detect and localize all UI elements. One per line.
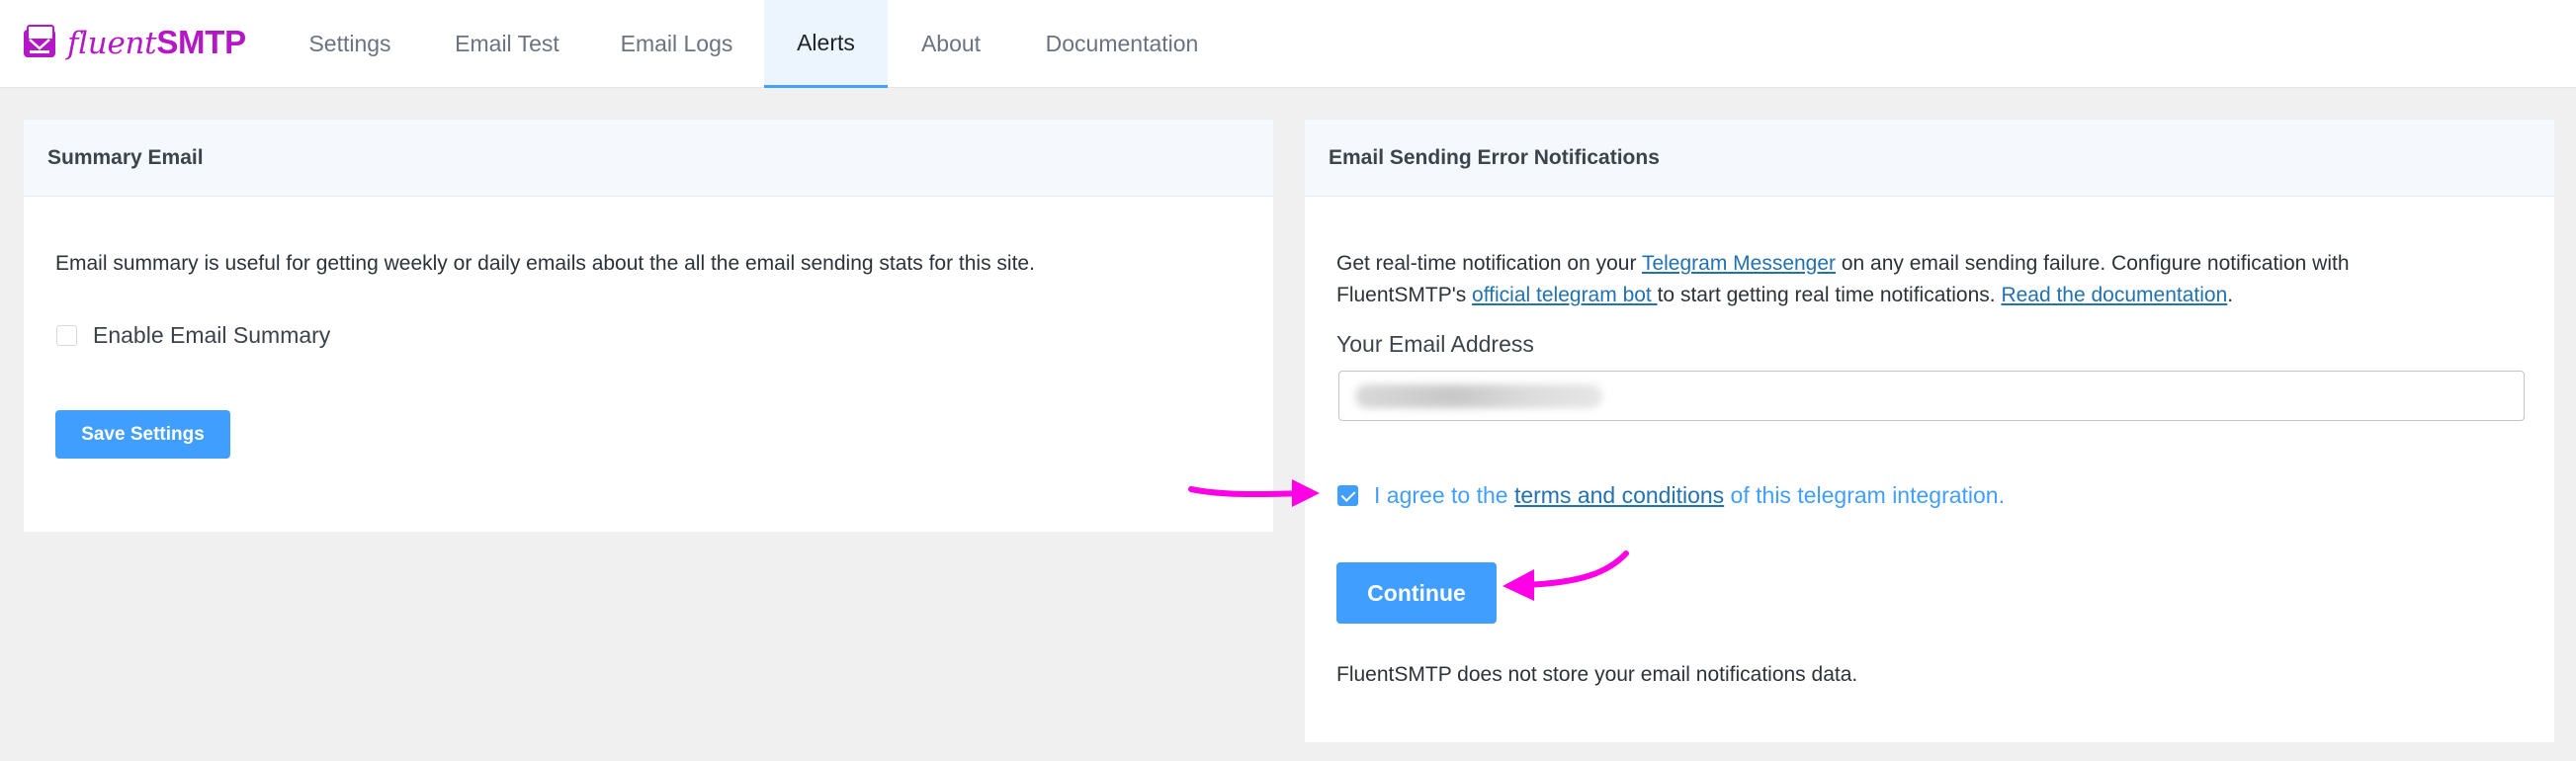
panel-title: Summary Email <box>24 120 1273 197</box>
logo-text: fluentSMTP <box>67 24 246 61</box>
tab-about[interactable]: About <box>900 0 1002 88</box>
panel-title: Email Sending Error Notifications <box>1305 120 2554 197</box>
agree-terms-label[interactable]: I agree to the terms and conditions of t… <box>1374 482 2005 509</box>
enable-email-summary-label[interactable]: Enable Email Summary <box>93 322 330 349</box>
annotation-arrow-icon <box>1503 550 1629 601</box>
save-settings-button[interactable]: Save Settings <box>55 410 230 459</box>
telegram-description-line-2: FluentSMTP's official telegram bot to st… <box>1336 284 2234 306</box>
email-address-label: Your Email Address <box>1336 331 1534 357</box>
summary-email-panel: Summary Email Email summary is useful fo… <box>24 120 1273 532</box>
top-navigation-bar: fluentSMTP Settings Email Test Email Log… <box>0 0 2576 88</box>
official-telegram-bot-link[interactable]: official telegram bot <box>1472 284 1658 306</box>
redacted-email-value <box>1355 384 1602 408</box>
tab-settings[interactable]: Settings <box>288 0 412 88</box>
summary-description: Email summary is useful for getting week… <box>55 252 1035 275</box>
enable-email-summary-checkbox[interactable] <box>56 325 77 346</box>
telegram-messenger-link[interactable]: Telegram Messenger <box>1642 252 1836 275</box>
tab-alerts[interactable]: Alerts <box>764 0 888 88</box>
telegram-description-line-1: Get real-time notification on your Teleg… <box>1336 252 2350 275</box>
email-address-input[interactable] <box>1338 371 2525 421</box>
continue-button[interactable]: Continue <box>1336 562 1497 624</box>
tab-documentation[interactable]: Documentation <box>1028 0 1216 88</box>
read-documentation-link[interactable]: Read the documentation <box>2001 284 2227 306</box>
tab-email-logs[interactable]: Email Logs <box>605 0 748 88</box>
terms-and-conditions-link[interactable]: terms and conditions <box>1514 482 1724 508</box>
envelope-logo-icon <box>24 25 55 57</box>
tab-email-test[interactable]: Email Test <box>429 0 585 88</box>
privacy-note: FluentSMTP does not store your email not… <box>1336 663 1858 686</box>
fluentsmtp-logo[interactable]: fluentSMTP <box>22 22 246 63</box>
error-notifications-panel: Email Sending Error Notifications Get re… <box>1305 120 2554 742</box>
annotation-arrow-icon <box>1188 479 1320 507</box>
agree-terms-checkbox[interactable] <box>1337 485 1358 506</box>
